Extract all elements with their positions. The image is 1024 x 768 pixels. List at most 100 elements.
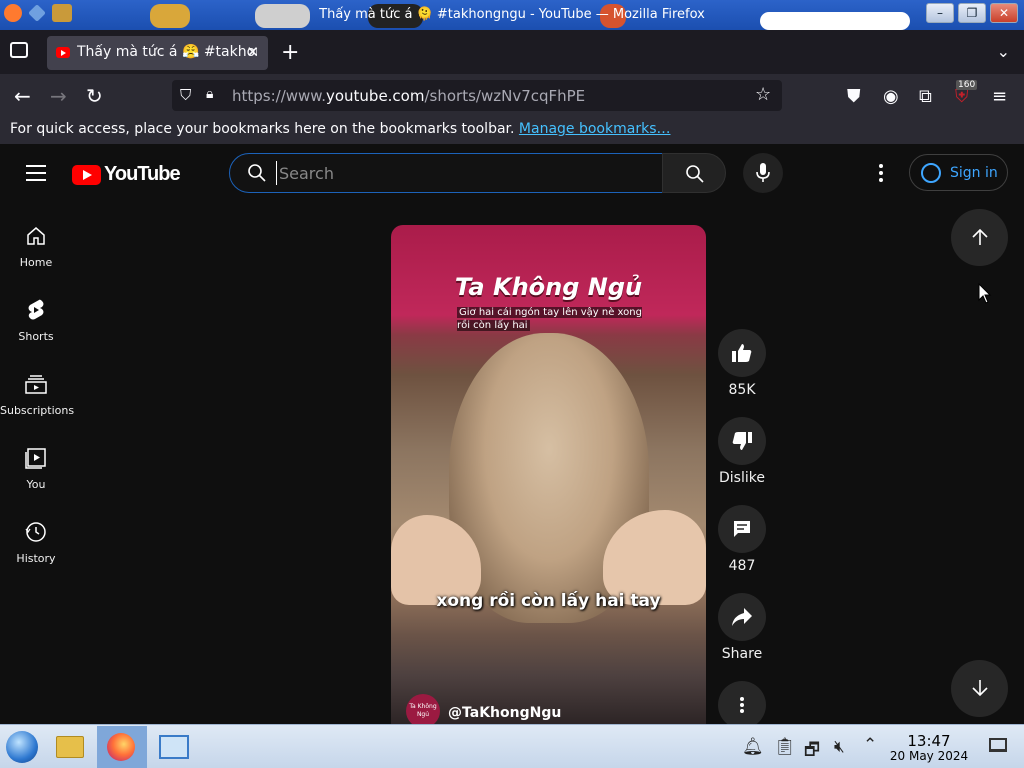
more-actions-button[interactable] [718, 681, 766, 729]
navigation-toolbar: ← → ↻ ⛉ 🔒︎ https://www.youtube.com/short… [0, 74, 1024, 116]
bookmarks-toolbar: For quick access, place your bookmarks h… [0, 116, 1024, 144]
bookmarks-message: For quick access, place your bookmarks h… [10, 121, 515, 137]
new-tab-button[interactable]: + [281, 40, 299, 65]
search-button[interactable] [662, 153, 726, 193]
more-vert-icon [740, 697, 744, 713]
shorts-video-player[interactable]: Ta Không Ngủ Giơ hai cái ngón tay lên vậ… [391, 225, 706, 725]
previous-video-button[interactable] [951, 209, 1008, 266]
comment-count: 487 [728, 558, 756, 574]
arrow-up-icon [972, 228, 988, 245]
sidebar-item-label: You [26, 478, 46, 491]
sidebar-item-home[interactable]: Home [0, 224, 72, 269]
sign-in-button[interactable]: Sign in [909, 154, 1008, 191]
sidebar-item-label: Shorts [18, 330, 54, 343]
settings-more-icon[interactable] [879, 164, 883, 185]
url-bar[interactable]: ⛉ 🔒︎ https://www.youtube.com/shorts/wzNv… [172, 80, 782, 111]
url-text[interactable]: https://www.youtube.com/shorts/wzNv7cqFh… [232, 87, 585, 105]
account-circle-icon [921, 163, 941, 183]
computer-icon [159, 735, 189, 759]
maximize-button[interactable]: ❐ [958, 3, 986, 23]
menu-icon[interactable] [26, 165, 46, 186]
sidebar-item-subscriptions[interactable]: Subscriptions [0, 372, 75, 417]
clipboard-icon[interactable]: 📋︎ [774, 737, 796, 757]
shorts-icon [28, 299, 44, 320]
chevron-up-icon[interactable]: ⌃ [863, 735, 877, 755]
back-arrow-icon[interactable]: ← [14, 84, 31, 108]
forward-arrow-icon[interactable]: → [50, 84, 67, 108]
window-title: Thấy mà tức á 🫠 #takhongngu - YouTube — … [319, 7, 705, 22]
sidebar-item-shorts[interactable]: Shorts [0, 298, 72, 343]
subscriptions-icon [25, 375, 47, 394]
folder-icon [56, 736, 84, 758]
lock-icon[interactable]: 🔒︎ [206, 86, 213, 102]
bookmark-star-icon[interactable]: ☆ [755, 84, 771, 105]
search-box[interactable] [229, 153, 663, 193]
youtube-logo[interactable]: YouTube [72, 163, 181, 186]
volume-muted-icon[interactable]: 🔇︎ [834, 737, 845, 757]
window-titlebar: Thấy mà tức á 🫠 #takhongngu - YouTube — … [0, 0, 1024, 30]
extension-badge: 160 [956, 80, 978, 90]
sidebar-item-you[interactable]: You [0, 446, 72, 491]
comments-button[interactable] [718, 505, 766, 553]
search-input[interactable] [276, 161, 646, 185]
channel-avatar[interactable]: Ta Không Ngủ [406, 694, 440, 725]
video-top-subtitle: Giơ hai cái ngón tay lên vậy nè xong rồi… [457, 307, 642, 331]
video-brand-title: Ta Không Ngủ [454, 273, 643, 301]
video-caption: xong rồi còn lấy hai tay [436, 591, 661, 611]
chevron-down-icon[interactable]: ⌄ [997, 42, 1010, 61]
next-video-button[interactable] [951, 660, 1008, 717]
sidebar-item-label: History [16, 552, 56, 565]
arrow-down-icon [972, 680, 988, 697]
youtube-favicon-icon [56, 47, 70, 58]
comment-icon [734, 521, 750, 537]
account-icon[interactable]: ◉ [883, 86, 899, 107]
manage-bookmarks-link[interactable]: Manage bookmarks… [519, 121, 671, 137]
microphone-icon [756, 163, 770, 182]
reload-icon[interactable]: ↻ [86, 84, 103, 108]
clock-time: 13:47 [907, 732, 951, 750]
youtube-play-icon [72, 164, 101, 185]
clock[interactable]: 13:47 20 May 2024 [888, 733, 970, 763]
firefox-icon [107, 733, 135, 761]
start-button[interactable] [2, 727, 42, 767]
shield-icon[interactable]: ⛉ [180, 86, 191, 104]
channel-handle[interactable]: @TaKhongNgu [448, 705, 561, 721]
youtube-page: YouTube Sign in Home Shorts Subscription… [0, 144, 1024, 729]
search-icon [686, 165, 704, 183]
show-desktop-icon[interactable] [989, 738, 1007, 752]
mouse-cursor-icon [978, 283, 992, 304]
like-button[interactable] [718, 329, 766, 377]
sidebar-item-label: Subscriptions [0, 404, 75, 417]
thumbs-up-icon [732, 344, 752, 362]
history-icon [25, 522, 46, 542]
window-controls: – ❐ ✕ [926, 3, 1018, 23]
voice-search-button[interactable] [743, 153, 783, 193]
active-tab[interactable]: Thấy mà tức á 😤 #takhongngu ✕ [47, 36, 268, 70]
like-count: 85K [728, 382, 756, 398]
dislike-button[interactable] [718, 417, 766, 465]
taskbar-file-manager[interactable] [50, 727, 90, 767]
your-channel-icon [25, 448, 46, 469]
taskbar-firefox[interactable] [97, 726, 147, 768]
share-icon [732, 608, 752, 626]
share-button[interactable] [718, 593, 766, 641]
notifications-icon[interactable]: 🔔︎ [742, 737, 764, 757]
tab-title: Thấy mà tức á 😤 #takhongngu [77, 44, 257, 60]
pocket-icon[interactable]: ⛊ [847, 86, 861, 107]
share-label: Share [721, 646, 763, 662]
minimize-button[interactable]: – [926, 3, 954, 23]
clock-date: 20 May 2024 [889, 749, 969, 763]
device-icon[interactable]: 🗗 [804, 737, 820, 766]
tab-close-icon[interactable]: ✕ [246, 43, 259, 61]
tab-list-icon[interactable] [10, 42, 28, 58]
app-menu-icon[interactable]: ≡ [992, 86, 1007, 107]
taskbar: 🔔︎ 📋︎ 🗗 🔇︎ ⌃ 13:47 20 May 2024 [0, 724, 1024, 768]
sidebar-item-label: Home [19, 256, 53, 269]
search-icon [248, 164, 266, 182]
taskbar-system-app[interactable] [154, 727, 194, 767]
thumbs-down-icon [732, 432, 752, 450]
start-orb-icon [6, 731, 38, 763]
extensions-icon[interactable]: ⧉ [919, 86, 932, 107]
close-window-button[interactable]: ✕ [990, 3, 1018, 23]
sidebar-item-history[interactable]: History [0, 520, 72, 565]
